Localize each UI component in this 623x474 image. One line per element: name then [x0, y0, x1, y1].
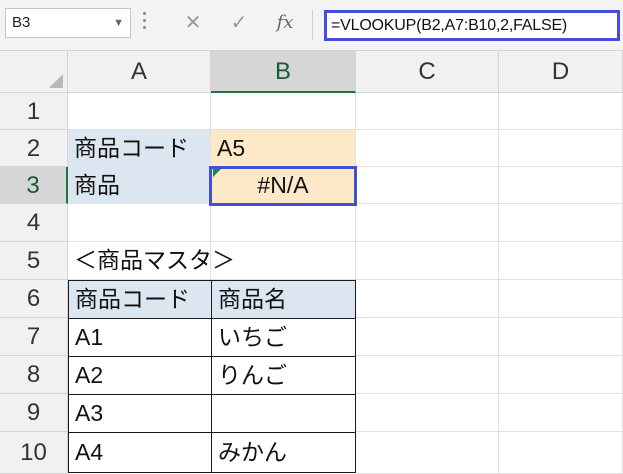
cell-c10[interactable] — [356, 432, 499, 474]
name-box-value: B3 — [12, 14, 31, 31]
cell-a4[interactable] — [68, 204, 211, 242]
cell-a7[interactable]: A1 — [68, 318, 212, 357]
cell-a8[interactable]: A2 — [68, 356, 212, 395]
cell-b1[interactable] — [211, 93, 356, 130]
cell-c1[interactable] — [356, 93, 499, 130]
insert-function-button[interactable]: fx — [272, 10, 298, 36]
cell-b7[interactable]: いちご — [211, 318, 356, 357]
cell-b10[interactable]: みかん — [211, 432, 356, 473]
cell-d8[interactable] — [499, 356, 623, 394]
formula-bar-area: B3 ▼ ✕ ✓ fx =VLOOKUP(B2,A7:B10,2,FALSE) — [0, 0, 623, 51]
cell-c2[interactable] — [356, 130, 499, 167]
cell-d4[interactable] — [499, 204, 623, 242]
check-icon[interactable]: ✓ — [226, 10, 252, 36]
row-header-4[interactable]: 4 — [0, 204, 68, 242]
error-indicator-icon[interactable] — [213, 169, 221, 177]
cell-c7[interactable] — [356, 318, 499, 356]
cell-c6[interactable] — [356, 280, 499, 318]
cell-b4[interactable] — [211, 204, 356, 242]
cell-d1[interactable] — [499, 93, 623, 130]
row-header-9[interactable]: 9 — [0, 394, 68, 432]
cell-d2[interactable] — [499, 130, 623, 167]
cell-d7[interactable] — [499, 318, 623, 356]
row-header-3[interactable]: 3 — [0, 167, 68, 204]
row-header-7[interactable]: 7 — [0, 318, 68, 356]
column-header-d[interactable]: D — [499, 51, 623, 93]
cell-a1[interactable] — [68, 93, 211, 130]
cell-c8[interactable] — [356, 356, 499, 394]
cell-b6[interactable]: 商品名 — [211, 280, 356, 319]
cell-c3[interactable] — [356, 167, 499, 204]
row-header-1[interactable]: 1 — [0, 93, 68, 130]
cell-d10[interactable] — [499, 432, 623, 474]
column-header-a[interactable]: A — [68, 51, 211, 93]
cell-a9[interactable]: A3 — [68, 394, 212, 433]
cell-d9[interactable] — [499, 394, 623, 432]
cell-d6[interactable] — [499, 280, 623, 318]
cell-b5[interactable] — [211, 242, 356, 280]
formula-input[interactable]: =VLOOKUP(B2,A7:B10,2,FALSE) — [324, 10, 620, 41]
column-header-b[interactable]: B — [211, 51, 356, 93]
cell-a10[interactable]: A4 — [68, 432, 212, 473]
cell-d3[interactable] — [499, 167, 623, 204]
chevron-down-icon[interactable]: ▼ — [113, 9, 124, 37]
cell-b9[interactable] — [211, 394, 356, 433]
row-header-5[interactable]: 5 — [0, 242, 68, 280]
row-header-10[interactable]: 10 — [0, 432, 68, 474]
cell-c5[interactable] — [356, 242, 499, 280]
drag-handle-icon[interactable] — [143, 12, 147, 32]
cell-b8[interactable]: りんご — [211, 356, 356, 395]
row-header-8[interactable]: 8 — [0, 356, 68, 394]
cell-d5[interactable] — [499, 242, 623, 280]
formula-bar-divider — [312, 10, 313, 40]
cell-a3[interactable]: 商品 — [68, 167, 211, 204]
cell-a6[interactable]: 商品コード — [68, 280, 212, 319]
cell-b2[interactable]: A5 — [211, 130, 356, 167]
row-header-6[interactable]: 6 — [0, 280, 68, 318]
select-all-button[interactable] — [0, 51, 68, 93]
column-header-c[interactable]: C — [356, 51, 499, 93]
row-header-2[interactable]: 2 — [0, 130, 68, 167]
name-box[interactable]: B3 ▼ — [5, 8, 131, 38]
cell-a2[interactable]: 商品コード — [68, 130, 211, 167]
cell-c9[interactable] — [356, 394, 499, 432]
cell-b3[interactable]: #N/A — [211, 167, 356, 204]
cell-c4[interactable] — [356, 204, 499, 242]
cell-a5[interactable]: ＜商品マスタ＞ — [68, 242, 235, 280]
close-icon[interactable]: ✕ — [180, 10, 206, 36]
